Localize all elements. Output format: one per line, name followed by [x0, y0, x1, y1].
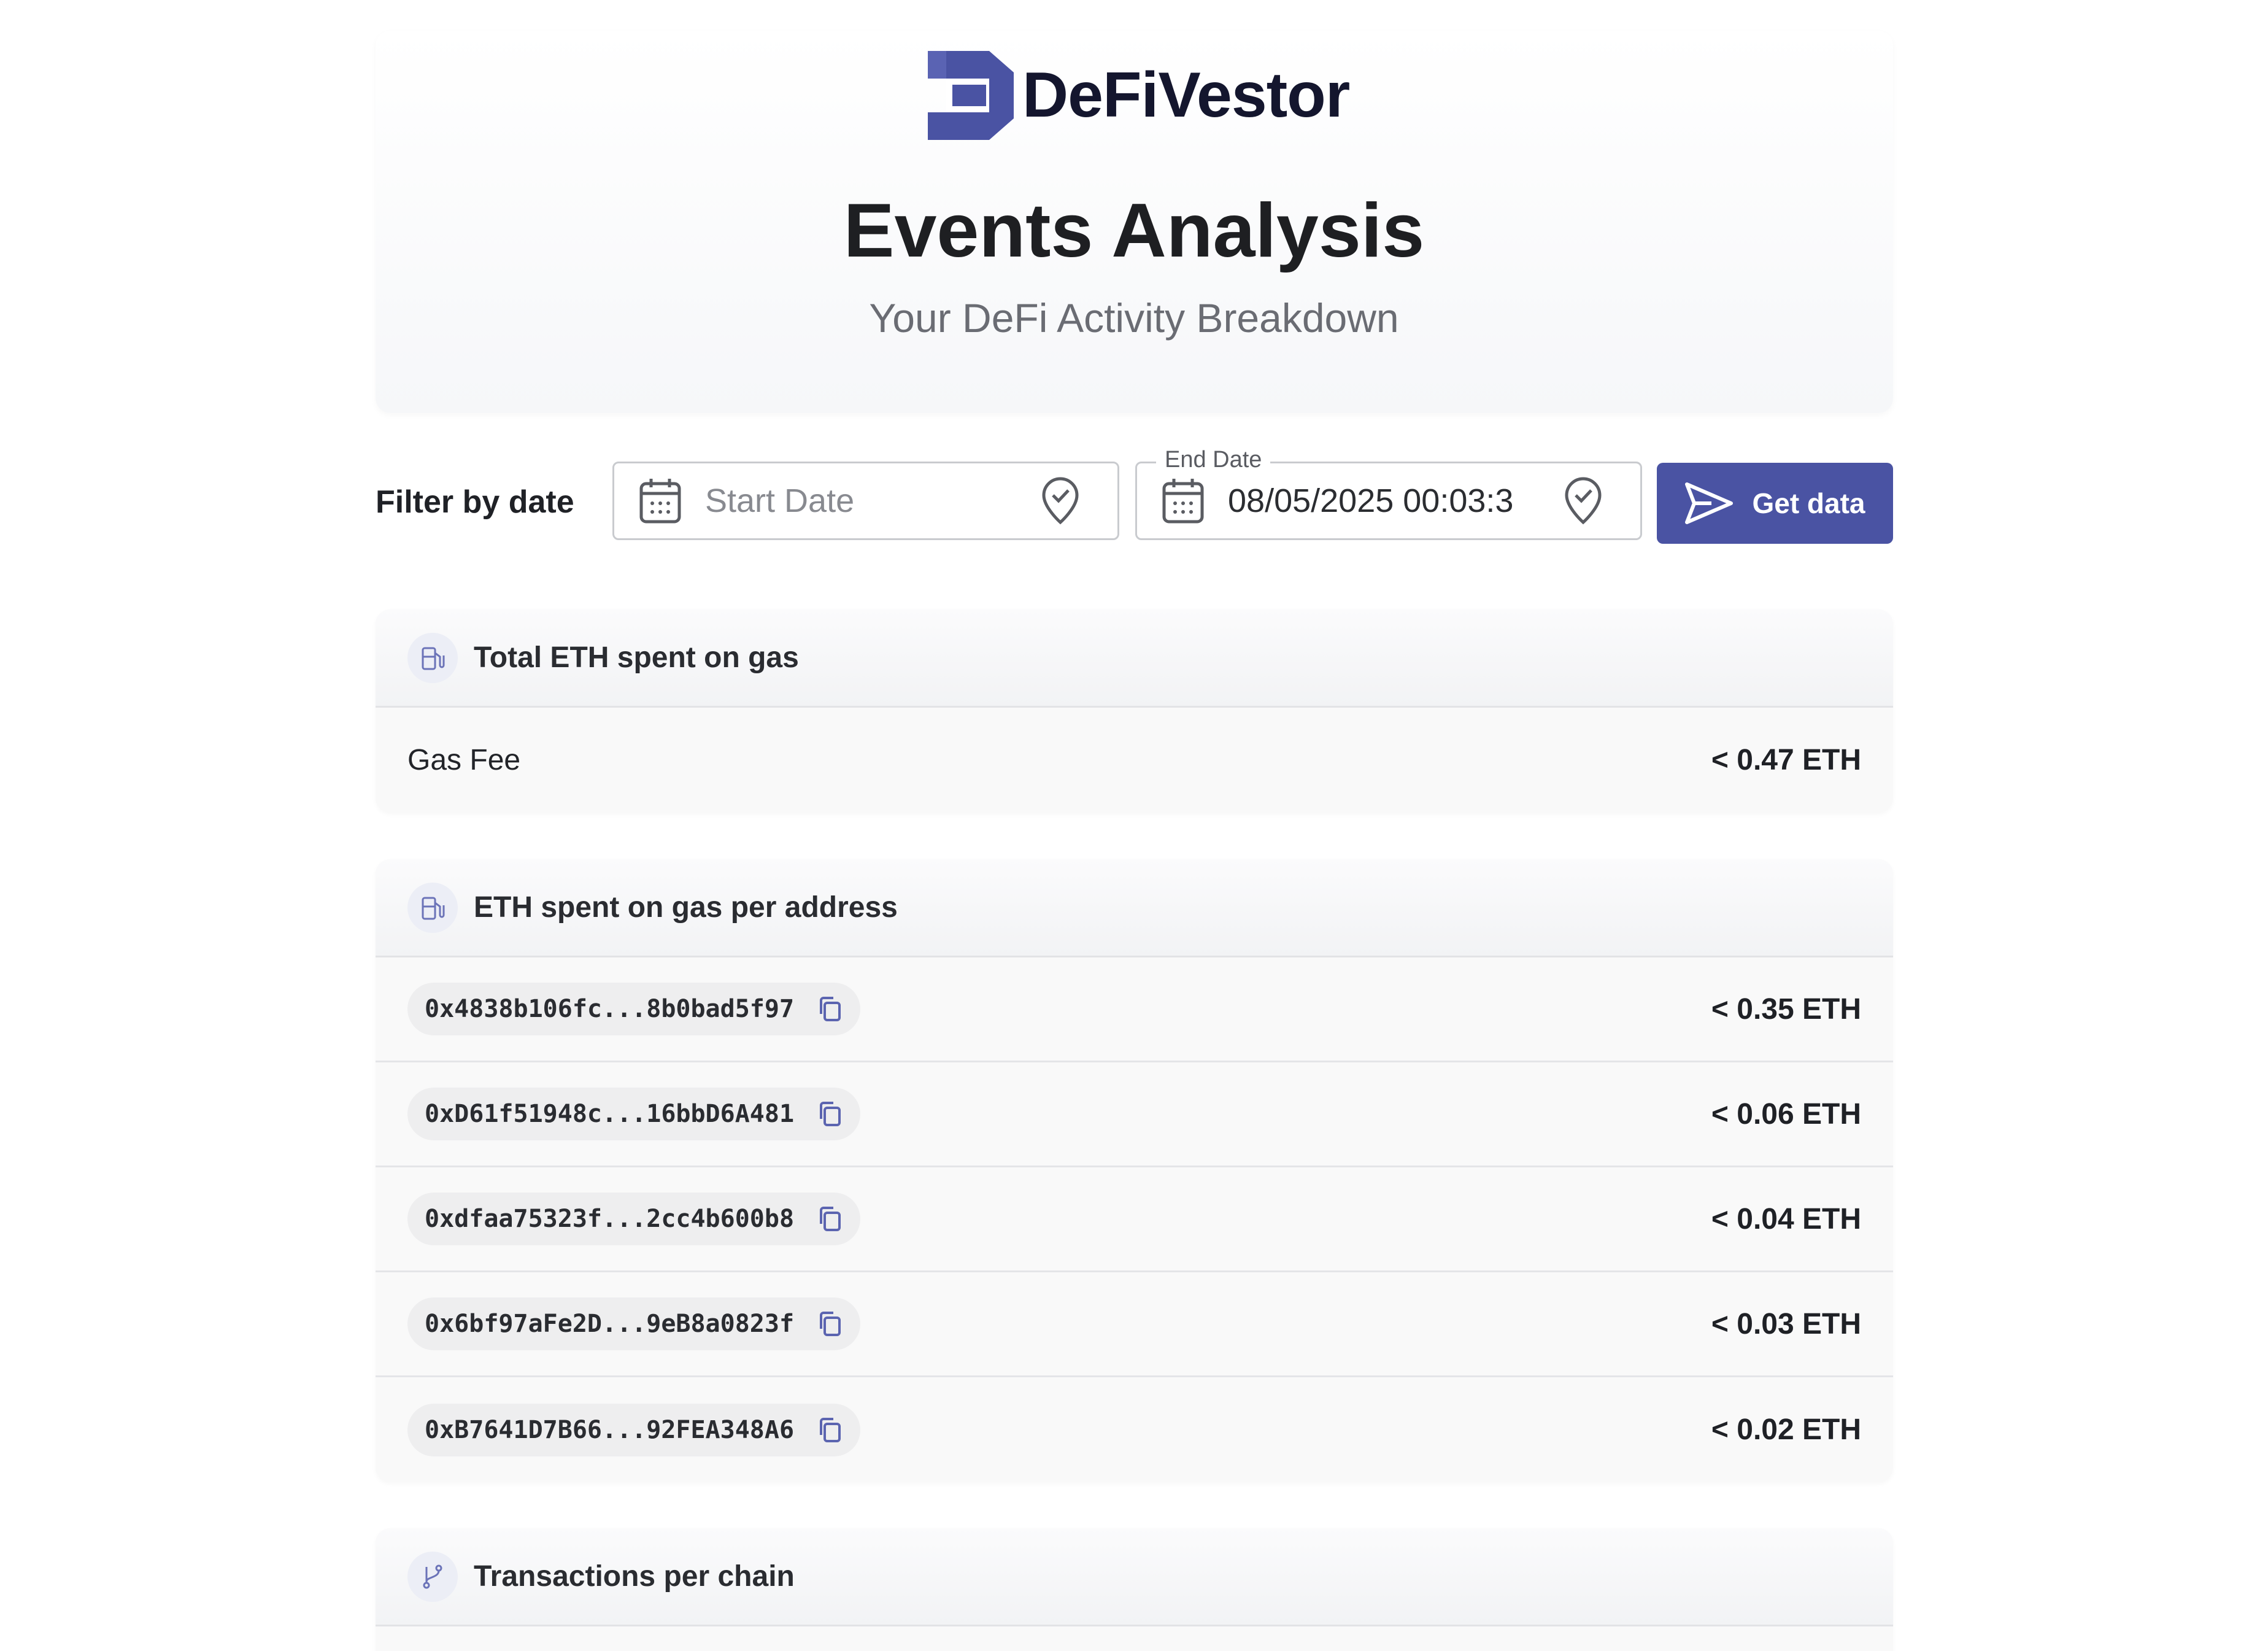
gas-value: < 0.03 ETH: [1711, 1307, 1861, 1340]
gas-per-address-card: ETH spent on gas per address 0x4838b106f…: [376, 859, 1893, 1482]
copy-icon[interactable]: [816, 1417, 843, 1444]
address-text: 0x6bf97aFe2D...9eB8a0823f: [425, 1310, 795, 1338]
end-date-field[interactable]: 08/05/2025 00:03:3: [1135, 462, 1642, 540]
send-icon: [1685, 482, 1734, 524]
copy-icon[interactable]: [816, 1100, 843, 1127]
fuel-pump-icon: [407, 882, 458, 933]
copy-icon[interactable]: [816, 1310, 843, 1337]
calendar-icon: [639, 479, 681, 524]
table-row: 0xdfaa75323f...2cc4b600b8 < 0.04 ETH: [376, 1167, 1893, 1272]
table-row: 0xB7641D7B66...92FEA348A6 < 0.02 ETH: [376, 1377, 1893, 1482]
table-row: 0x4838b106fc...8b0bad5f97 < 0.35 ETH: [376, 957, 1893, 1062]
gas-value: < 0.04 ETH: [1711, 1202, 1861, 1235]
brand-logo[interactable]: DeFiVestor: [928, 49, 1350, 141]
list-item: Gas Fee < 0.47 ETH: [376, 708, 1893, 813]
address-text: 0xD61f51948c...16bbD6A481: [425, 1100, 795, 1128]
fuel-pump-icon: [407, 632, 458, 683]
table-row: 0xD61f51948c...16bbD6A481 < 0.06 ETH: [376, 1062, 1893, 1167]
get-data-label: Get data: [1752, 487, 1865, 519]
end-date-value: 08/05/2025 00:03:3: [1228, 482, 1514, 519]
git-branch-icon: [407, 1551, 458, 1602]
end-date-label: End Date: [1156, 447, 1271, 473]
total-gas-card: Total ETH spent on gas Gas Fee < 0.47 ET…: [376, 609, 1893, 813]
card-title: Transactions per chain: [474, 1560, 795, 1593]
start-date-field[interactable]: Start Date: [612, 462, 1119, 540]
address-pill[interactable]: 0xdfaa75323f...2cc4b600b8: [407, 1193, 861, 1245]
calendar-icon: [1162, 479, 1204, 524]
defivestor-logo-icon: [928, 50, 1014, 140]
tx-per-chain-card: Transactions per chain: [376, 1528, 1893, 1651]
filter-label: Filter by date: [376, 484, 574, 520]
location-check-icon[interactable]: [1563, 477, 1603, 525]
brand-name: DeFiVestor: [1022, 59, 1350, 131]
gas-value: < 0.06 ETH: [1711, 1097, 1861, 1131]
address-pill[interactable]: 0xB7641D7B66...92FEA348A6: [407, 1403, 861, 1456]
card-header: Total ETH spent on gas: [376, 609, 1893, 708]
gas-fee-value: < 0.47 ETH: [1711, 744, 1861, 776]
address-pill[interactable]: 0x6bf97aFe2D...9eB8a0823f: [407, 1297, 861, 1350]
copy-icon[interactable]: [816, 1205, 843, 1232]
page-subtitle: Your DeFi Activity Breakdown: [869, 295, 1399, 341]
page-title: Events Analysis: [843, 188, 1425, 273]
gas-value: < 0.35 ETH: [1711, 992, 1861, 1026]
card-title: ETH spent on gas per address: [474, 891, 898, 924]
get-data-button[interactable]: Get data: [1657, 463, 1893, 544]
start-date-placeholder: Start Date: [705, 482, 855, 519]
gas-fee-label: Gas Fee: [407, 744, 521, 776]
copy-icon[interactable]: [816, 996, 843, 1023]
card-title: Total ETH spent on gas: [474, 641, 799, 674]
address-pill[interactable]: 0xD61f51948c...16bbD6A481: [407, 1088, 861, 1140]
gas-value: < 0.02 ETH: [1711, 1413, 1861, 1446]
location-check-icon[interactable]: [1040, 477, 1081, 525]
address-text: 0xdfaa75323f...2cc4b600b8: [425, 1205, 795, 1233]
address-text: 0xB7641D7B66...92FEA348A6: [425, 1415, 795, 1444]
card-header: Transactions per chain: [376, 1528, 1893, 1626]
card-header: ETH spent on gas per address: [376, 859, 1893, 957]
table-row: 0x6bf97aFe2D...9eB8a0823f < 0.03 ETH: [376, 1272, 1893, 1377]
address-pill[interactable]: 0x4838b106fc...8b0bad5f97: [407, 983, 861, 1035]
address-text: 0x4838b106fc...8b0bad5f97: [425, 995, 795, 1023]
